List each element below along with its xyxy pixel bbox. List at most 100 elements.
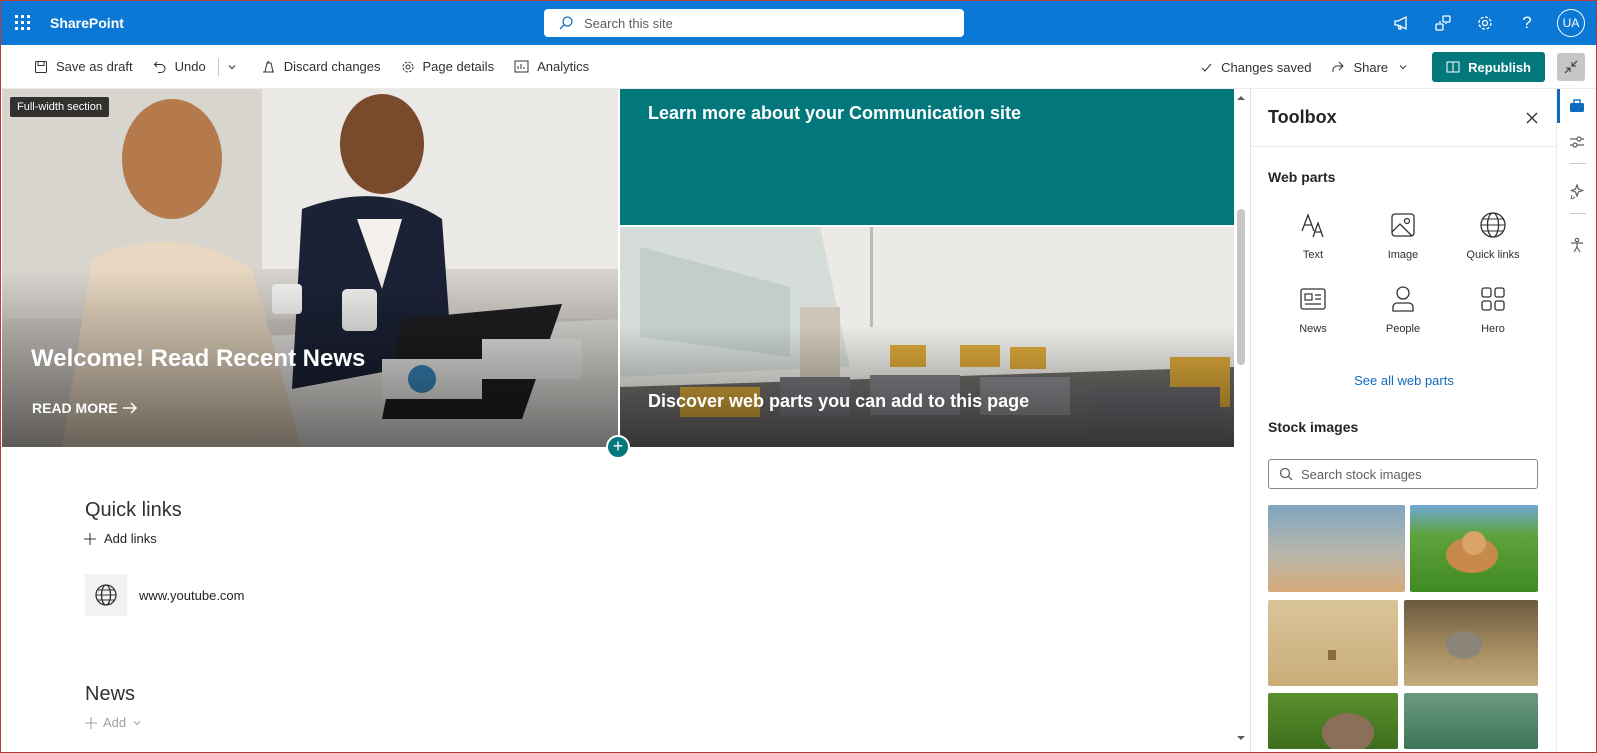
share-label: Share	[1353, 59, 1389, 75]
web-part-text[interactable]: Text	[1268, 209, 1358, 261]
hero-icon	[1477, 283, 1509, 315]
add-links-button[interactable]: Add links	[84, 531, 157, 546]
globe-icon	[1477, 209, 1509, 241]
accessibility-icon[interactable]	[1557, 229, 1597, 261]
search-icon	[559, 16, 573, 30]
arrow-right-icon	[122, 402, 137, 414]
quick-link-label: www.youtube.com	[139, 587, 245, 603]
news-add-label: Add	[103, 715, 127, 730]
stock-images-heading: Stock images	[1268, 419, 1359, 435]
plus-icon	[84, 532, 96, 545]
book-icon	[1446, 61, 1460, 73]
properties-icon[interactable]	[1557, 126, 1597, 158]
close-icon[interactable]	[1526, 112, 1538, 124]
page-details-label: Page details	[422, 59, 495, 74]
web-part-people[interactable]: People	[1358, 283, 1448, 335]
republish-button[interactable]: Republish	[1432, 52, 1545, 82]
stock-image-deer[interactable]	[1268, 600, 1398, 686]
divider	[1570, 163, 1586, 164]
app-launcher-icon[interactable]	[0, 0, 44, 45]
site-search-box[interactable]: Search this site	[544, 9, 964, 37]
stock-image-leaves[interactable]	[1404, 693, 1538, 749]
chevron-down-icon	[1399, 65, 1407, 70]
save-status: Changes saved	[1190, 51, 1321, 83]
megaphone-icon[interactable]	[1389, 11, 1413, 35]
see-all-web-parts-link[interactable]: See all web parts	[1251, 373, 1557, 388]
stock-image-birds[interactable]	[1268, 505, 1405, 592]
save-icon	[35, 60, 47, 73]
analytics-icon	[514, 60, 529, 73]
web-part-news[interactable]: News	[1268, 283, 1358, 335]
chevron-down-icon	[133, 720, 141, 725]
design-ideas-icon[interactable]	[1557, 176, 1597, 208]
toolbox-title: Toolbox	[1268, 107, 1337, 127]
discard-label: Discard changes	[283, 59, 381, 74]
read-more-link[interactable]: READ MORE	[32, 400, 138, 416]
hero-section[interactable]: Welcome! Read Recent News READ MORE Lear…	[2, 89, 1234, 447]
web-part-hero[interactable]: Hero	[1448, 283, 1538, 335]
quick-links-heading: Quick links	[85, 499, 182, 521]
hero-main-title[interactable]: Welcome! Read Recent News	[31, 345, 365, 373]
save-draft-label: Save as draft	[56, 59, 133, 74]
add-links-label: Add links	[104, 531, 157, 546]
command-bar: Save as draft Undo Discard changes Page …	[0, 45, 1597, 89]
app-name[interactable]: SharePoint	[50, 15, 124, 31]
hero-tile2-title[interactable]: Discover web parts you can add to this p…	[648, 391, 1029, 412]
help-icon[interactable]: ?	[1515, 11, 1539, 35]
plus-icon	[85, 716, 97, 729]
save-status-label: Changes saved	[1221, 59, 1312, 75]
suite-bar: SharePoint Search this site ? UA	[0, 0, 1597, 45]
image-icon	[1387, 209, 1419, 241]
stock-search-input[interactable]: Search stock images	[1268, 459, 1538, 489]
analytics-label: Analytics	[537, 59, 590, 74]
collapse-icon[interactable]	[1557, 53, 1585, 81]
web-part-label: News	[1299, 323, 1327, 335]
hero-tile-main[interactable]: Welcome! Read Recent News READ MORE	[2, 89, 618, 447]
page-details-button[interactable]: Page details	[391, 51, 505, 83]
news-heading: News	[85, 683, 136, 705]
web-parts-grid: Text Image Quick links News People Hero	[1268, 209, 1538, 335]
discard-icon	[262, 60, 274, 72]
web-part-image[interactable]: Image	[1358, 209, 1448, 261]
text-icon	[1297, 209, 1329, 241]
gear-icon[interactable]	[1473, 11, 1497, 35]
divider	[1570, 213, 1586, 214]
add-section-button[interactable]: +	[606, 435, 630, 459]
globe-icon	[85, 574, 127, 616]
web-parts-heading: Web parts	[1268, 169, 1336, 185]
stock-search-placeholder: Search stock images	[1301, 466, 1422, 482]
news-icon	[1297, 283, 1329, 315]
quick-link-item[interactable]: www.youtube.com	[85, 574, 245, 616]
feedback-icon[interactable]	[1431, 11, 1455, 35]
web-part-label: Quick links	[1466, 249, 1520, 261]
avatar[interactable]: UA	[1557, 8, 1585, 37]
save-draft-button[interactable]: Save as draft	[24, 51, 143, 83]
republish-label: Republish	[1468, 59, 1531, 75]
stock-image-lynx[interactable]	[1404, 600, 1538, 686]
share-button[interactable]: Share	[1321, 51, 1418, 83]
hero-tile1-title[interactable]: Learn more about your Communication site	[648, 103, 1021, 124]
discard-changes-button[interactable]: Discard changes	[251, 51, 391, 83]
hero-tile-webparts[interactable]: Discover web parts you can add to this p…	[620, 227, 1234, 447]
checkmark-icon	[1201, 63, 1212, 72]
hero-tile-communication[interactable]: Learn more about your Communication site	[620, 89, 1234, 225]
canvas-scrollbar[interactable]	[1234, 89, 1248, 751]
divider	[217, 57, 219, 76]
undo-button[interactable]: Undo	[143, 51, 216, 83]
scroll-thumb[interactable]	[1237, 209, 1245, 365]
news-add-button[interactable]: Add	[85, 715, 142, 730]
chevron-down-icon	[228, 64, 236, 69]
stock-image-fox[interactable]	[1410, 505, 1538, 592]
search-placeholder: Search this site	[584, 15, 673, 31]
scroll-down-icon	[1237, 736, 1245, 740]
stock-image-cat[interactable]	[1268, 693, 1398, 753]
undo-dropdown[interactable]	[221, 51, 251, 83]
page-canvas: Full-width section Welcome! Read Recent …	[2, 89, 1234, 751]
toolbox-panel: Toolbox Web parts Text Image Quick links	[1250, 89, 1556, 753]
web-part-label: Hero	[1481, 323, 1505, 335]
toolbox-icon[interactable]	[1557, 90, 1597, 122]
web-part-quick-links[interactable]: Quick links	[1448, 209, 1538, 261]
web-part-label: Text	[1302, 249, 1324, 261]
undo-icon	[153, 61, 166, 73]
analytics-button[interactable]: Analytics	[504, 51, 599, 83]
